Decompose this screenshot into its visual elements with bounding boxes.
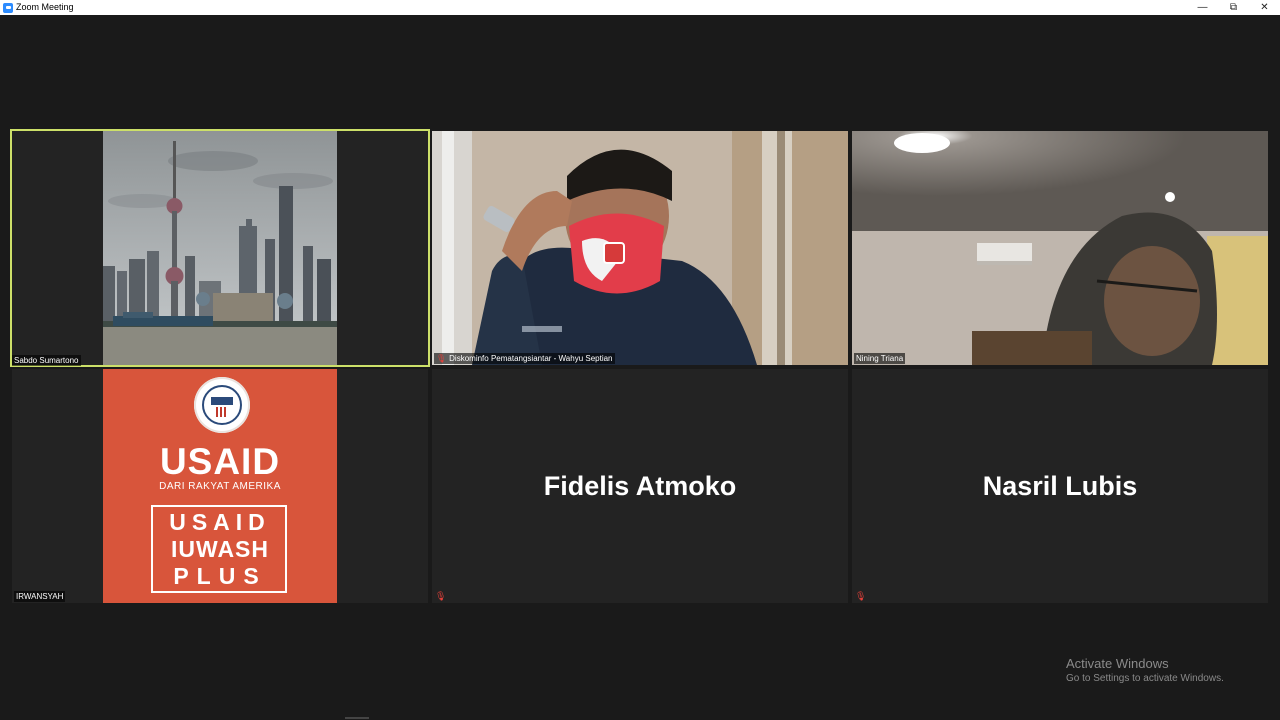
close-button[interactable]: ✕ xyxy=(1249,0,1280,15)
participant-display-name: Fidelis Atmoko xyxy=(543,470,737,501)
city-skyline-image xyxy=(103,131,337,365)
usaid-tagline: DARI RAKYAT AMERIKA xyxy=(159,481,281,492)
mic-muted-icon: 🎙 xyxy=(435,591,447,601)
video-tile-fidelis[interactable]: Fidelis Atmoko 🎙 xyxy=(432,369,848,603)
participant-name-label: Nining Triana xyxy=(854,353,906,364)
participant-name: Diskominfo Pematangsiantar - Wahyu Septi… xyxy=(449,354,613,363)
window-controls: — ⧉ ✕ xyxy=(1187,0,1280,15)
mic-muted-icon: 🎙 xyxy=(436,354,447,363)
mic-muted-icon: 🎙 xyxy=(855,591,867,601)
video-tile-irwansyah[interactable]: USAID DARI RAKYAT AMERIKA USAID IUWASH P… xyxy=(12,369,428,603)
title-bar: Zoom Meeting — ⧉ ✕ xyxy=(0,0,1280,15)
video-tile-nasril[interactable]: Nasril Lubis 🎙 xyxy=(852,369,1268,603)
participant-name-label: 🎙 Diskominfo Pematangsiantar - Wahyu Sept… xyxy=(434,353,615,364)
participant-name-label: Sabdo Sumartono xyxy=(12,355,81,366)
webcam-person-image xyxy=(852,131,1268,365)
windows-activation-watermark: Activate Windows Go to Settings to activ… xyxy=(1066,656,1224,686)
window-title: Zoom Meeting xyxy=(16,2,74,12)
minimize-button[interactable]: — xyxy=(1187,0,1218,15)
bottom-handle xyxy=(345,717,369,719)
participant-display-name: Nasril Lubis xyxy=(982,470,1138,501)
zoom-app-icon xyxy=(3,2,13,13)
program-line-2: IUWASH xyxy=(171,536,269,562)
video-tile-nining[interactable]: Nining Triana xyxy=(852,131,1268,365)
participant-video xyxy=(852,131,1268,365)
program-line-3: PLUS xyxy=(173,563,267,589)
video-tile-wahyu[interactable]: 🎙 Diskominfo Pematangsiantar - Wahyu Sept… xyxy=(432,131,848,365)
watermark-line-2: Go to Settings to activate Windows. xyxy=(1066,673,1224,684)
restore-button[interactable]: ⧉ xyxy=(1218,0,1249,15)
usaid-logo-text: USAID xyxy=(159,441,281,482)
participant-video xyxy=(103,131,337,365)
program-line-1: USAID xyxy=(169,509,271,535)
participant-name-label: IRWANSYAH xyxy=(14,591,66,602)
participant-video xyxy=(432,131,848,365)
video-tile-sabdo[interactable]: Sabdo Sumartono xyxy=(10,129,430,367)
webcam-person-image xyxy=(432,131,848,365)
participant-video: USAID DARI RAKYAT AMERIKA USAID IUWASH P… xyxy=(103,369,337,603)
watermark-line-1: Activate Windows xyxy=(1066,656,1169,671)
usaid-seal-icon xyxy=(194,377,250,433)
